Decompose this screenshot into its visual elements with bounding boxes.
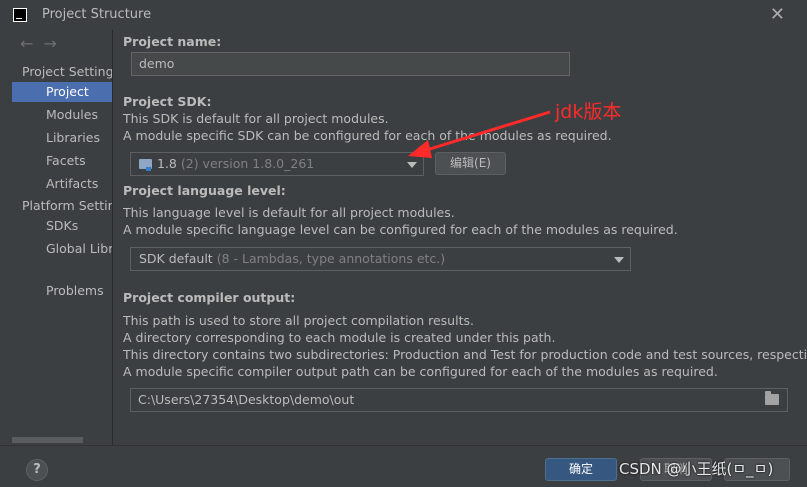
window-title: Project Structure bbox=[42, 7, 152, 22]
sidebar-item-facets[interactable]: Facets bbox=[12, 151, 112, 171]
project-settings-panel: Project name: demo Project SDK: This SDK… bbox=[113, 30, 807, 445]
language-level-desc-2: A module specific language level can be … bbox=[123, 222, 678, 237]
intellij-app-icon bbox=[13, 8, 27, 22]
compiler-output-desc-3: This directory contains two subdirectori… bbox=[123, 347, 807, 362]
sdk-selected-name: 1.8 bbox=[157, 156, 177, 171]
sidebar-scrollbar[interactable] bbox=[12, 437, 83, 443]
sidebar-item-global-libraries[interactable]: Global Libraries bbox=[12, 239, 112, 259]
sidebar: ← → Project Settings Project Modules Libr… bbox=[12, 30, 112, 445]
sidebar-item-libraries[interactable]: Libraries bbox=[12, 128, 112, 148]
compiler-output-desc-4: A module specific compiler output path c… bbox=[123, 364, 718, 379]
help-button[interactable]: ? bbox=[26, 459, 48, 481]
compiler-output-label: Project compiler output: bbox=[123, 290, 296, 305]
title-bar: Project Structure ✕ bbox=[0, 0, 807, 30]
compiler-output-desc-1: This path is used to store all project c… bbox=[123, 313, 474, 328]
language-level-selected-name: SDK default bbox=[139, 251, 213, 266]
sidebar-header-platform-settings: Platform Settings bbox=[22, 198, 112, 213]
project-name-label: Project name: bbox=[123, 34, 222, 49]
language-level-label: Project language level: bbox=[123, 183, 286, 198]
nav-arrows: ← → bbox=[20, 34, 67, 53]
chevron-down-icon bbox=[614, 257, 624, 263]
sdk-folder-icon bbox=[139, 159, 152, 171]
compiler-output-path-input[interactable]: C:\Users\27354\Desktop\demo\out bbox=[130, 388, 788, 412]
back-arrow-icon[interactable]: ← bbox=[20, 34, 33, 53]
sidebar-item-sdks[interactable]: SDKs bbox=[12, 216, 112, 236]
annotation-arrow-icon bbox=[408, 110, 551, 158]
ok-button[interactable]: 确定 bbox=[545, 458, 617, 481]
close-icon[interactable]: ✕ bbox=[770, 4, 785, 25]
language-level-selected-detail: (8 - Lambdas, type annotations etc.) bbox=[216, 251, 446, 266]
sidebar-item-modules[interactable]: Modules bbox=[12, 105, 112, 125]
language-level-dropdown[interactable]: SDK default (8 - Lambdas, type annotatio… bbox=[130, 247, 631, 271]
folder-browse-icon[interactable] bbox=[765, 391, 779, 405]
project-sdk-dropdown[interactable]: 1.8 (2) version 1.8.0_261 bbox=[130, 152, 424, 176]
sidebar-item-problems[interactable]: Problems bbox=[12, 281, 112, 301]
sidebar-item-project[interactable]: Project bbox=[12, 82, 112, 102]
compiler-output-desc-2: A directory corresponding to each module… bbox=[123, 330, 556, 345]
sdk-selected-detail: (2) version 1.8.0_261 bbox=[180, 156, 315, 171]
project-name-input[interactable]: demo bbox=[131, 52, 570, 76]
forward-arrow-icon[interactable]: → bbox=[43, 34, 56, 53]
language-level-desc-1: This language level is default for all p… bbox=[123, 205, 455, 220]
compiler-output-path-value: C:\Users\27354\Desktop\demo\out bbox=[138, 392, 355, 407]
jdk-version-annotation: jdk版本 bbox=[555, 101, 622, 123]
csdn-watermark: CSDN @小王纸(ㅁ_ㅁ) bbox=[619, 460, 774, 478]
sidebar-item-artifacts[interactable]: Artifacts bbox=[12, 174, 112, 194]
project-sdk-desc-1: This SDK is default for all project modu… bbox=[123, 111, 389, 126]
sidebar-header-project-settings: Project Settings bbox=[22, 64, 112, 79]
project-sdk-label: Project SDK: bbox=[123, 94, 212, 109]
